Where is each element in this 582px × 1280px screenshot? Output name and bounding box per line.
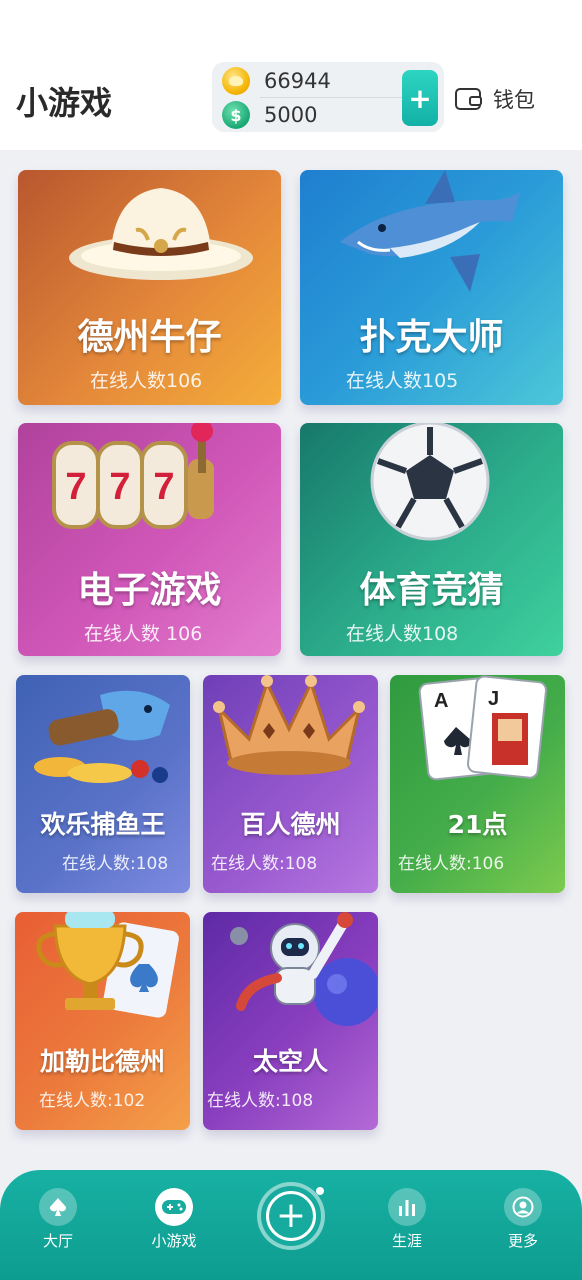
plus-circle-icon: + [266, 1191, 316, 1241]
nav-career[interactable]: 生涯 [367, 1188, 447, 1251]
online-count: 在线人数108 [346, 623, 459, 645]
online-count: 在线人数:102 [39, 1091, 146, 1111]
add-funds-button[interactable]: + [402, 70, 438, 126]
game-card-astronaut[interactable]: 太空人 在线人数:108 [203, 912, 378, 1130]
slot-machine-icon: 7 7 7 [52, 423, 214, 529]
gamepad-icon [155, 1188, 193, 1226]
balance-divider [260, 97, 410, 98]
online-count: 在线人数:108 [211, 854, 318, 874]
notification-dot [316, 1187, 324, 1195]
nav-create-button[interactable]: + [257, 1182, 325, 1250]
header: 小游戏 66944 $ 5000 + 钱包 [0, 0, 582, 150]
game-card-hundred-texas[interactable]: 百人德州 在线人数:108 [203, 675, 378, 893]
game-title: 电子游戏 [77, 570, 222, 611]
online-count: 在线人数106 [90, 370, 203, 392]
user-icon [504, 1188, 542, 1226]
svg-text:7: 7 [109, 466, 130, 508]
nav-label: 小游戏 [151, 1232, 197, 1250]
nav-label: 大厅 [42, 1232, 73, 1250]
cowboy-hat-icon [69, 188, 253, 280]
fishing-cannon-icon [34, 690, 170, 783]
svg-text:7: 7 [65, 466, 86, 508]
nav-label: 生涯 [391, 1232, 422, 1250]
nav-more[interactable]: 更多 [483, 1188, 563, 1251]
svg-text:J: J [488, 688, 499, 710]
game-title: 体育竞猜 [359, 570, 504, 611]
game-card-poker-master[interactable]: 扑克大师 在线人数105 [300, 170, 563, 405]
nav-label: 更多 [507, 1232, 538, 1250]
gold-balance: 66944 [264, 69, 331, 93]
online-count: 在线人数:108 [62, 854, 169, 874]
game-title: 德州牛仔 [77, 317, 222, 358]
shark-icon [340, 170, 520, 292]
game-title: 加勒比德州 [39, 1047, 165, 1076]
online-count: 在线人数 106 [84, 623, 203, 645]
spade-icon [39, 1188, 77, 1226]
game-card-21[interactable]: A J 21点 在线人数:106 [390, 675, 565, 893]
game-title: 百人德州 [240, 810, 341, 839]
playing-cards-icon: A J [418, 675, 548, 781]
bar-chart-icon [388, 1188, 426, 1226]
wallet-icon [455, 88, 482, 110]
trophy-icon [36, 912, 179, 1018]
game-card-fishing-king[interactable]: 欢乐捕鱼王 在线人数:108 [16, 675, 190, 893]
gold-coin-icon [222, 67, 250, 95]
cash-balance-row: $ 5000 [222, 100, 317, 130]
game-title: 太空人 [252, 1047, 328, 1076]
game-card-slots[interactable]: 7 7 7 电子游戏 在线人数 106 [18, 423, 281, 656]
online-count: 在线人数:108 [207, 1091, 314, 1111]
online-count: 在线人数105 [346, 370, 459, 392]
gold-balance-row: 66944 [222, 66, 331, 96]
online-count: 在线人数:106 [398, 854, 505, 874]
svg-text:A: A [434, 690, 448, 712]
game-card-sports[interactable]: 体育竞猜 在线人数108 [300, 423, 563, 656]
page-title: 小游戏 [16, 84, 113, 122]
dollar-coin-icon: $ [222, 101, 250, 129]
game-card-texas-cowboy[interactable]: 德州牛仔 在线人数106 [18, 170, 281, 405]
wallet-label: 钱包 [493, 88, 535, 112]
wallet-button[interactable]: 钱包 [455, 84, 535, 114]
svg-text:7: 7 [153, 466, 174, 508]
game-card-caribbean-texas[interactable]: 加勒比德州 在线人数:102 [15, 912, 190, 1130]
crown-icon [213, 675, 365, 775]
cash-balance: 5000 [264, 103, 318, 127]
game-title: 扑克大师 [359, 317, 504, 358]
nav-lobby[interactable]: 大厅 [18, 1188, 98, 1251]
game-title: 欢乐捕鱼王 [40, 810, 166, 839]
game-title: 21点 [447, 810, 508, 839]
astronaut-icon [230, 912, 377, 1026]
soccer-ball-icon [370, 423, 490, 541]
nav-mini-games[interactable]: 小游戏 [134, 1188, 214, 1251]
